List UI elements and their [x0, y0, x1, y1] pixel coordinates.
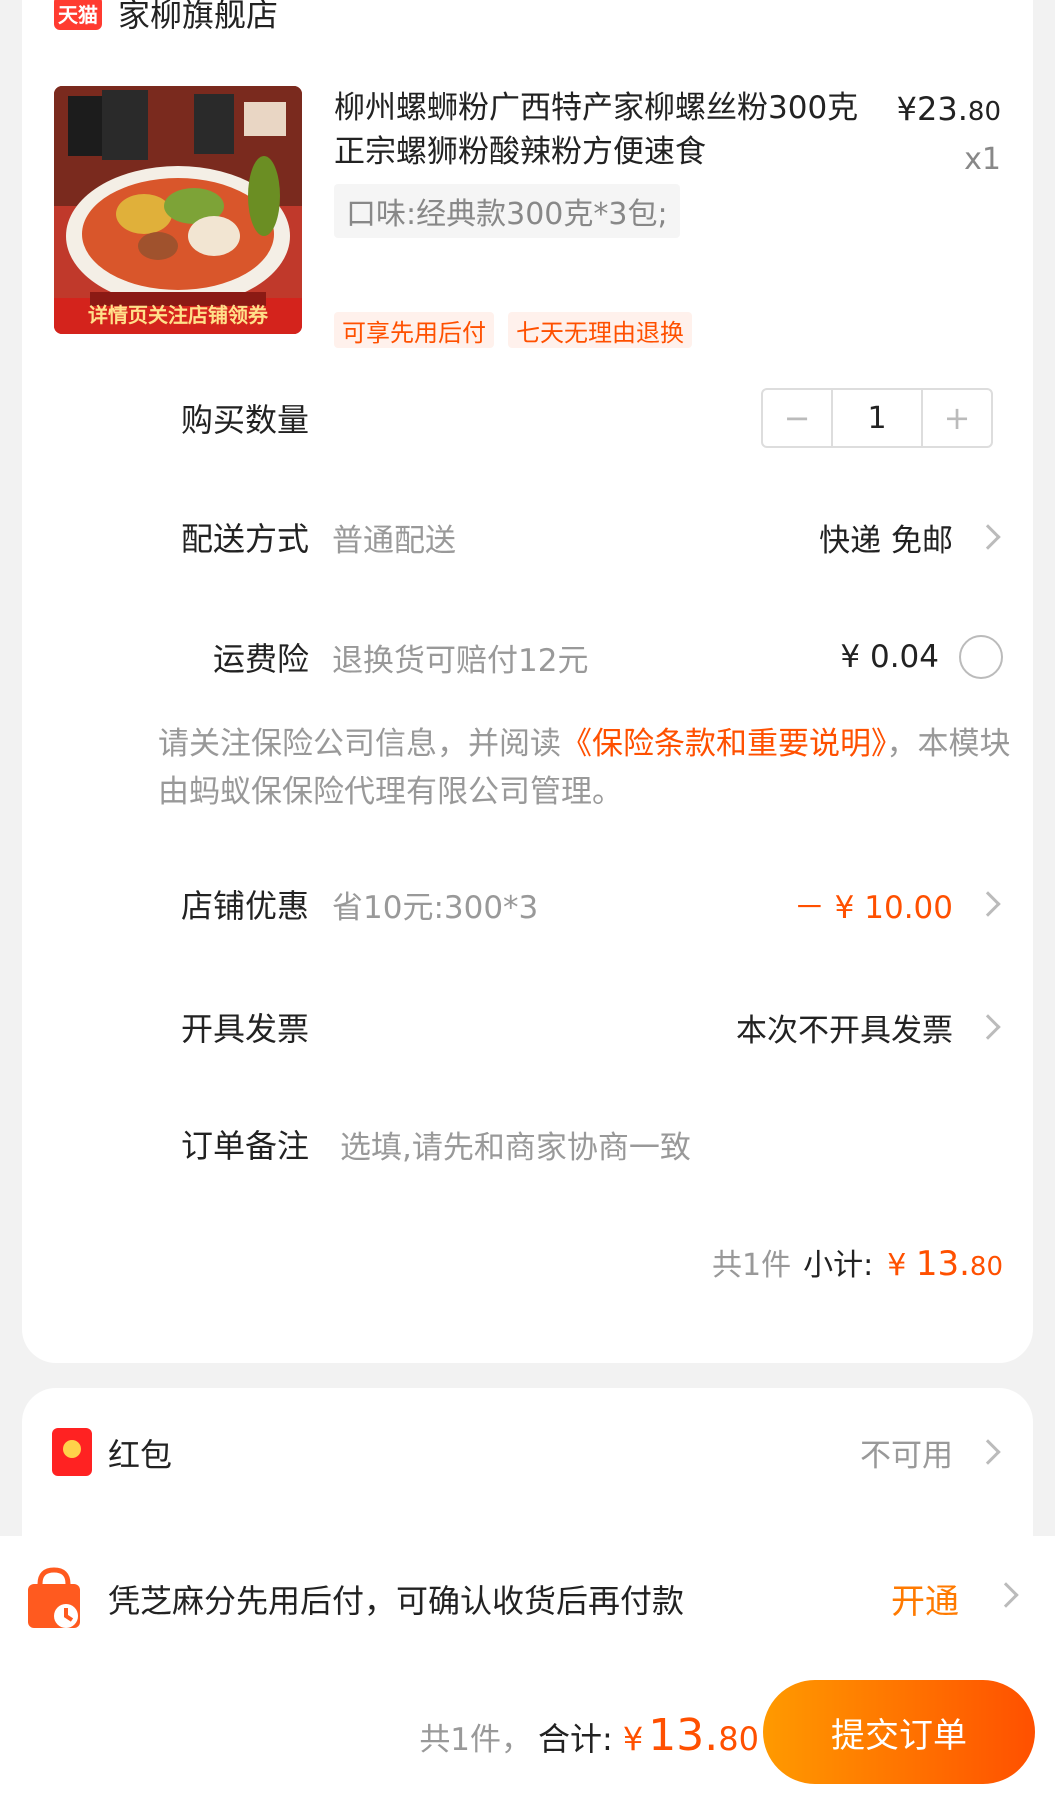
store-discount-value: － ¥ 10.00 [793, 889, 953, 926]
subtotal-count: 共1件 [711, 1248, 792, 1283]
flavor-tag[interactable]: 口味:经典款300克*3包; [334, 184, 680, 238]
store-discount-desc: 省10元:300*3 [332, 889, 539, 926]
red-packet-status: 不可用 [860, 1437, 953, 1474]
quantity-value[interactable]: 1 [831, 390, 923, 446]
subtotal-label: 小计: [803, 1248, 874, 1283]
order-card: 天猫 家柳旗舰店 详情页关注店铺领券 柳州螺蛳粉广西特产家柳螺丝粉300克正宗螺… [22, 0, 1033, 1363]
activate-link[interactable]: 开通 [891, 1574, 959, 1623]
shipping-label: 配送方式 [180, 520, 309, 558]
total-amount: ¥ 13.80 [623, 1710, 759, 1761]
red-packet-row: 不可用 [22, 1422, 1033, 1482]
submit-order-button[interactable]: 提交订单 [763, 1680, 1035, 1784]
checkout-bar: 共1件， 合计: ¥ 13.80 提交订单 [0, 1662, 1055, 1807]
invoice-row[interactable]: 开具发票 本次不开具发票 [22, 997, 1033, 1057]
total-currency: ¥ [622, 1720, 644, 1758]
store-name[interactable]: 家柳旗舰店 [118, 0, 278, 36]
price-main: ¥23. [896, 90, 968, 128]
total-label: 合计: [538, 1720, 613, 1758]
chevron-right-icon [975, 1014, 1001, 1040]
insurance-radio[interactable] [959, 635, 1003, 679]
insurance-desc: 退换货可赔付12元 [332, 642, 589, 679]
total-main: 13. [648, 1710, 719, 1761]
product-title[interactable]: 柳州螺蛳粉广西特产家柳螺丝粉300克正宗螺狮粉酸辣粉方便速食 [334, 86, 874, 174]
shipping-desc: 普通配送 [332, 522, 456, 559]
quantity-row: 购买数量 − 1 + [22, 388, 1033, 448]
invoice-value: 本次不开具发票 [736, 1012, 953, 1049]
subtotal-cents: 80 [969, 1252, 1003, 1282]
product-image[interactable]: 详情页关注店铺领券 [54, 86, 302, 334]
product-price: ¥23.80 [897, 90, 1001, 128]
subtotal-amount: ¥ 13.80 [887, 1244, 1003, 1284]
insurance-row: 运费险 退换货可赔付12元 ¥ 0.04 [22, 627, 1033, 687]
quantity-stepper[interactable]: − 1 + [761, 388, 993, 448]
remark-input[interactable]: 选填,请先和商家协商一致 [340, 1122, 691, 1167]
noodle-bowl-image [54, 86, 302, 334]
subtotal-currency: ¥ [887, 1248, 907, 1283]
decrease-button[interactable]: − [763, 390, 831, 446]
shopping-bag-icon [28, 1567, 80, 1628]
notice-prefix: 请关注保险公司信息，并阅读 [158, 726, 561, 762]
tmall-badge: 天猫 [54, 0, 102, 30]
insurance-price: ¥ 0.04 [840, 639, 939, 675]
total-count: 共1件， [419, 1722, 533, 1758]
insurance-terms-link[interactable]: 《保险条款和重要说明》 [561, 726, 887, 762]
invoice-label: 开具发票 [180, 1010, 309, 1048]
increase-button[interactable]: + [923, 390, 991, 446]
chevron-right-icon [975, 524, 1001, 550]
subtotal-main: 13. [915, 1244, 970, 1284]
seven-day-return-tag: 七天无理由退换 [508, 312, 692, 348]
product-image-caption: 详情页关注店铺领券 [88, 303, 268, 327]
store-discount-row[interactable]: 店铺优惠 省10元:300*3 － ¥ 10.00 [22, 874, 1033, 934]
store-discount-label: 店铺优惠 [180, 887, 309, 925]
store-header[interactable]: 天猫 家柳旗舰店 [54, 0, 278, 36]
pay-later-bar[interactable]: 凭芝麻分先用后付，可确认收货后再付款 开通 [0, 1536, 1055, 1662]
chevron-right-icon [993, 1582, 1019, 1608]
pay-later-tag: 可享先用后付 [334, 312, 494, 348]
product-quantity: x1 [964, 142, 1001, 177]
remark-label: 订单备注 [180, 1127, 309, 1165]
price-cents: 80 [967, 97, 1001, 127]
total-cents: 80 [718, 1720, 759, 1758]
service-tags: 可享先用后付 七天无理由退换 [334, 312, 692, 348]
chevron-right-icon [975, 891, 1001, 917]
pay-later-text: 凭芝麻分先用后付，可确认收货后再付款 [108, 1582, 685, 1620]
chevron-right-icon [975, 1439, 1001, 1465]
total-area: 共1件， 合计: ¥ 13.80 [419, 1710, 759, 1761]
quantity-label: 购买数量 [180, 401, 309, 439]
insurance-notice: 请关注保险公司信息，并阅读《保险条款和重要说明》，本模块由蚂蚁保保险代理有限公司… [158, 720, 1018, 816]
insurance-label: 运费险 [212, 640, 309, 678]
shipping-row[interactable]: 配送方式 普通配送 快递 免邮 [22, 507, 1033, 567]
remark-row: 订单备注 选填,请先和商家协商一致 [22, 1114, 1033, 1174]
subtotal: 共1件 小计: ¥ 13.80 [712, 1240, 1003, 1284]
shipping-value: 快递 免邮 [819, 522, 953, 559]
